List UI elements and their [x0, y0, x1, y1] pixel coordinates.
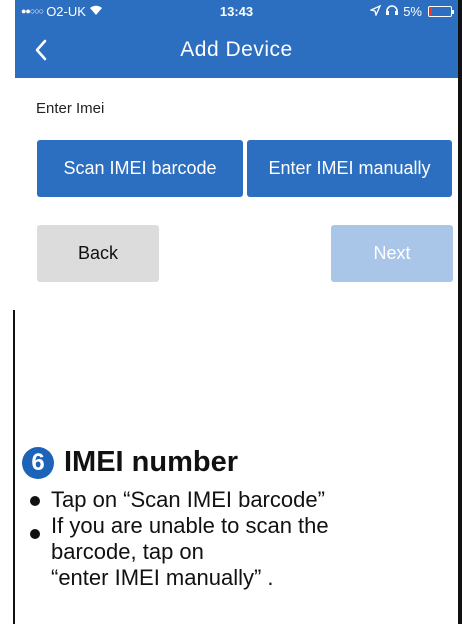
frame-left-edge — [0, 0, 15, 624]
scan-imei-barcode-button[interactable]: Scan IMEI barcode — [37, 140, 243, 197]
bullet-item: Tap on “Scan IMEI barcode” — [30, 487, 450, 513]
nav-bar: Add Device — [15, 22, 458, 78]
instruction-card: ●●○○○ O2-UK 13:43 5% Add Device Enter Im… — [0, 0, 462, 624]
step-number-badge: 6 — [22, 446, 54, 479]
bullet-item: If you are unable to scan the barcode, t… — [30, 513, 450, 591]
page-title: Add Device — [180, 38, 293, 61]
enter-imei-manually-button[interactable]: Enter IMEI manually — [247, 140, 452, 197]
bullet-text: Tap on “Scan IMEI barcode” — [51, 487, 325, 512]
instruction-heading: IMEI number — [64, 446, 239, 478]
back-chevron-icon[interactable] — [29, 36, 53, 64]
bullet-text: If you are unable to scan the barcode, t… — [51, 513, 329, 590]
instruction-title: 6 IMEI number — [22, 446, 238, 479]
bullet-dot-icon — [30, 496, 40, 506]
status-bar: ●●○○○ O2-UK 13:43 5% — [15, 0, 458, 22]
back-button[interactable]: Back — [37, 225, 159, 282]
instruction-bullets: Tap on “Scan IMEI barcode” If you are un… — [30, 487, 450, 591]
battery-icon — [428, 5, 454, 17]
phone-screenshot: ●●○○○ O2-UK 13:43 5% Add Device Enter Im… — [15, 0, 458, 310]
frame-right-edge — [458, 0, 462, 624]
status-time: 13:43 — [219, 3, 254, 19]
bullet-dot-icon — [30, 529, 40, 539]
enter-imei-label: Enter Imei — [36, 100, 105, 117]
next-button[interactable]: Next — [331, 225, 453, 282]
